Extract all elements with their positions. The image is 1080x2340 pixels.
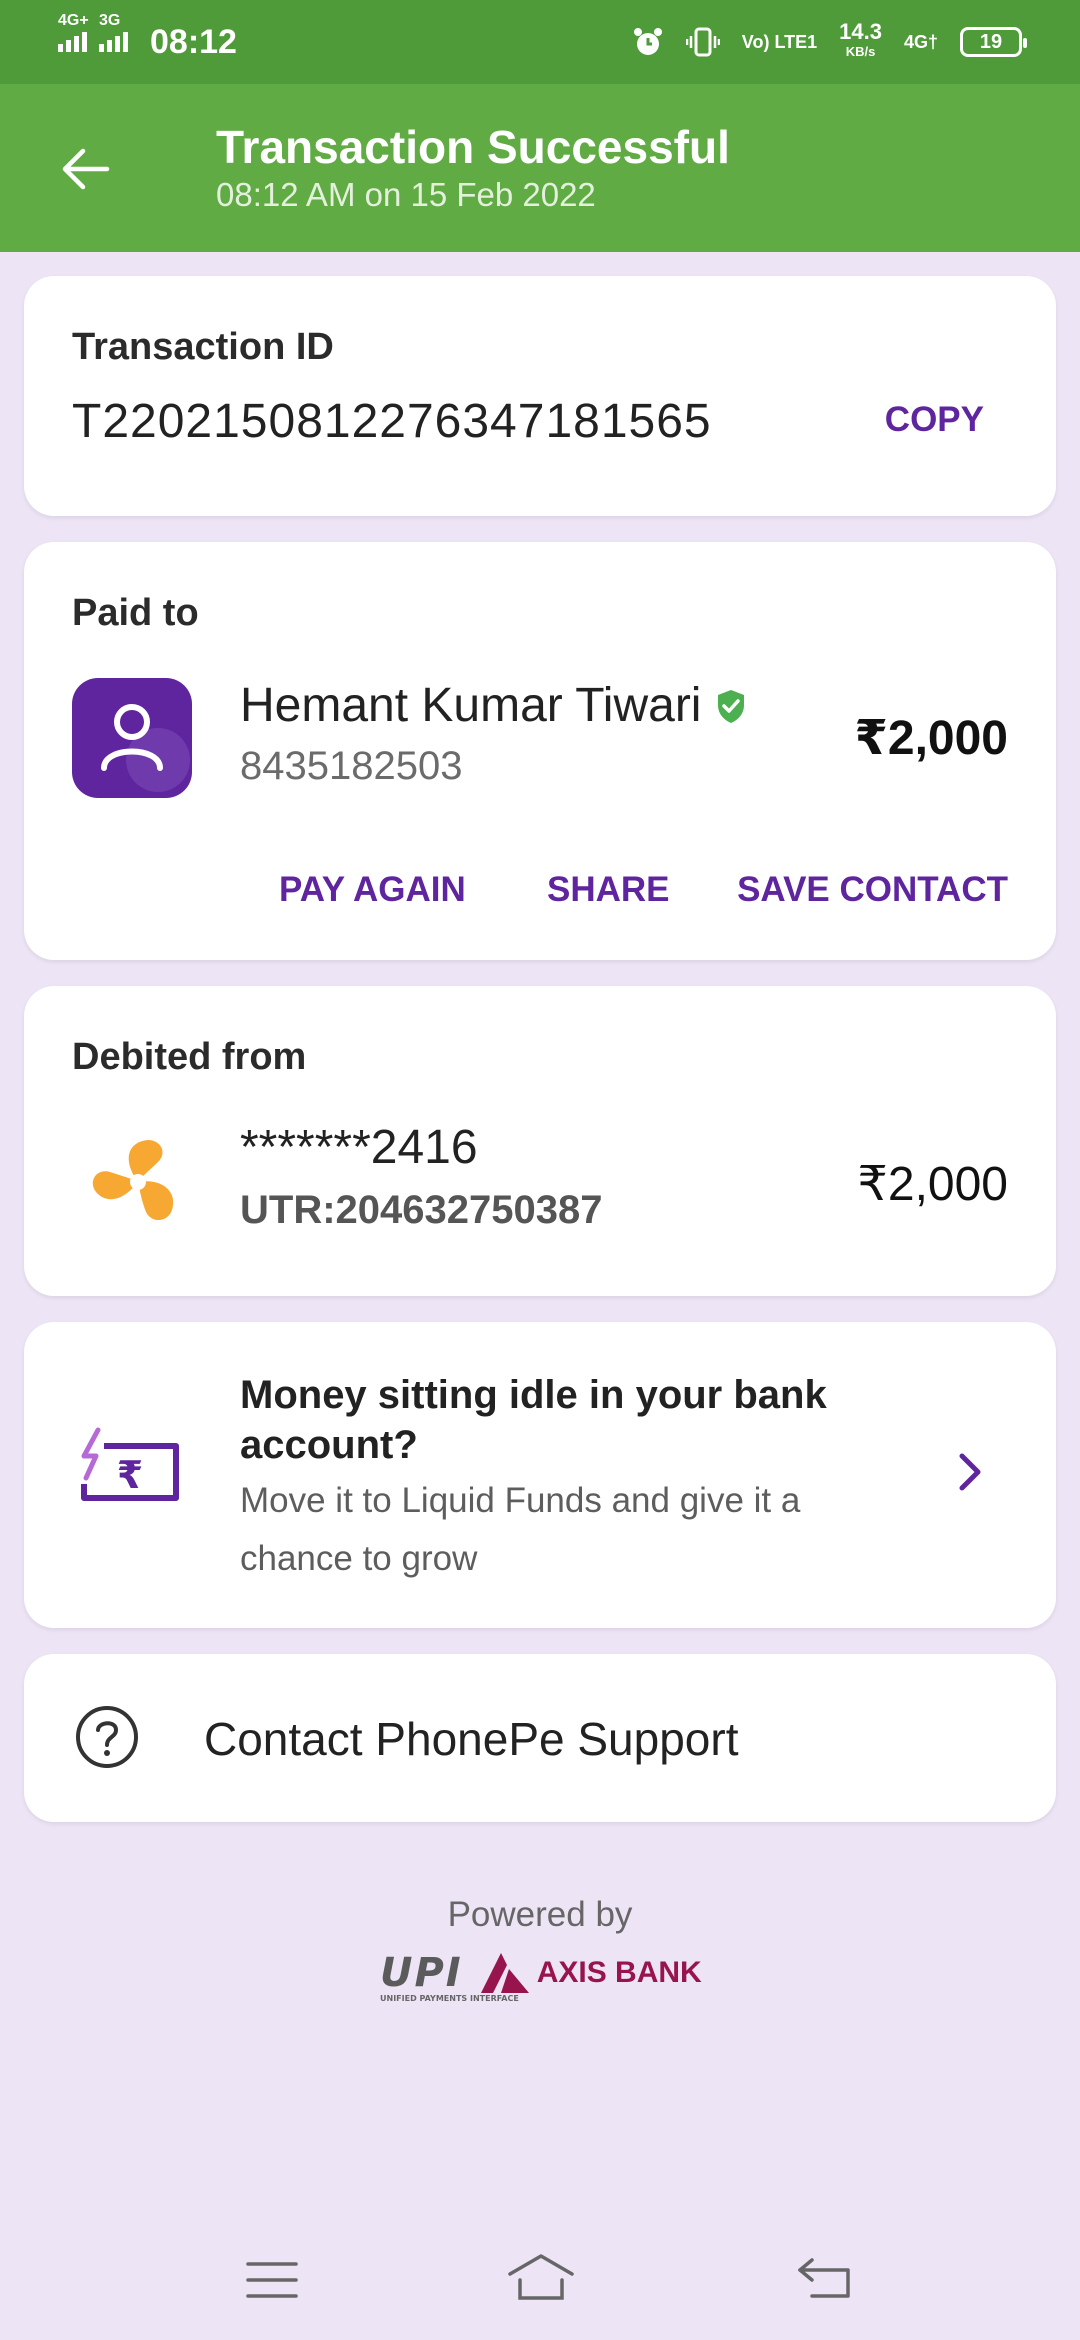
back-button[interactable] — [50, 134, 120, 204]
payee-phone: 8435182503 — [240, 744, 463, 788]
signal-sim1-icon: 4G+ — [58, 12, 89, 52]
battery-level: 19 — [979, 30, 1003, 53]
battery-icon: 19 — [960, 27, 1027, 57]
svg-text:₹: ₹ — [117, 1453, 143, 1497]
contact-support-button[interactable]: Contact PhonePe Support — [24, 1654, 1056, 1822]
menu-icon[interactable] — [246, 2260, 298, 2300]
verified-shield-icon — [718, 689, 745, 723]
arrow-left-icon — [62, 148, 110, 190]
paid-amount: ₹2,000 — [854, 712, 1008, 765]
debited-account-number: *******2416 — [240, 1121, 478, 1174]
home-icon[interactable] — [506, 2252, 576, 2302]
save-contact-button[interactable]: SAVE CONTACT — [737, 870, 1008, 910]
sim1-label: 4G+ — [58, 12, 89, 29]
debited-from-label: Debited from — [72, 1036, 307, 1078]
pay-again-button[interactable]: PAY AGAIN — [279, 870, 466, 910]
paid-to-label: Paid to — [72, 592, 199, 634]
avatar — [72, 678, 192, 798]
question-circle-icon — [76, 1706, 138, 1768]
transaction-id-label: Transaction ID — [72, 326, 334, 368]
chevron-right-icon — [959, 1453, 981, 1491]
volte-label: Vo) LTE1 — [741, 31, 818, 52]
alarm-icon — [633, 28, 662, 55]
transaction-datetime: 08:12 AM on 15 Feb 2022 — [216, 176, 596, 213]
partner-logos: UPI UNIFIED PAYMENTS INTERFACE AXIS BANK — [380, 1950, 702, 2003]
promo-title: Money sitting idle in your bank account? — [240, 1373, 827, 1467]
network-type: 4G† — [903, 31, 938, 52]
app-header: Transaction Successful 08:12 AM on 15 Fe… — [0, 84, 1080, 252]
powered-by-label: Powered by — [447, 1895, 633, 1934]
axis-bank-logo: AXIS BANK — [479, 1951, 702, 1995]
transaction-id-card: Transaction ID T2202150812276347181565 C… — [24, 276, 1056, 516]
contact-support-label: Contact PhonePe Support — [204, 1713, 739, 1765]
payee-name-row: Hemant Kumar Tiwari — [240, 678, 747, 733]
system-nav-bar — [0, 2240, 1080, 2340]
liquid-funds-promo-card[interactable]: ₹ Money sitting idle in your bank accoun… — [24, 1322, 1056, 1628]
signal-sim2-icon: 3G — [99, 12, 128, 52]
network-speed: 14.3 KB/s — [839, 19, 882, 60]
upi-logo: UPI UNIFIED PAYMENTS INTERFACE — [380, 1950, 519, 2003]
vibrate-icon — [685, 27, 720, 57]
axis-bank-icon — [480, 1953, 529, 1993]
back-nav-icon[interactable] — [796, 2256, 852, 2300]
debited-amount: ₹2,000 — [857, 1158, 1008, 1211]
utr-number: UTR:204632750387 — [240, 1188, 603, 1232]
payee-name: Hemant Kumar Tiwari — [240, 679, 702, 732]
share-button[interactable]: SHARE — [547, 870, 670, 910]
rupee-wallet-icon: ₹ — [81, 1427, 179, 1501]
debited-from-card: Debited from *******2416 UTR:20463275038… — [24, 986, 1056, 1296]
status-bar: 4G+ 3G 08:12 Vo) LTE1 14.3 KB/s 4G† 19 — [0, 0, 1080, 84]
promo-description: Move it to Liquid Funds and give it a ch… — [240, 1481, 801, 1578]
sim2-label: 3G — [99, 12, 121, 29]
copy-button[interactable]: COPY — [885, 400, 984, 440]
user-icon — [101, 704, 190, 792]
paid-to-card: Paid to Hemant Kumar Tiwari 8435182503 ₹… — [24, 542, 1056, 960]
status-time: 08:12 — [150, 22, 237, 61]
icici-bank-icon — [92, 1140, 174, 1221]
transaction-id-value: T2202150812276347181565 — [72, 395, 712, 448]
page-title: Transaction Successful — [216, 121, 730, 173]
